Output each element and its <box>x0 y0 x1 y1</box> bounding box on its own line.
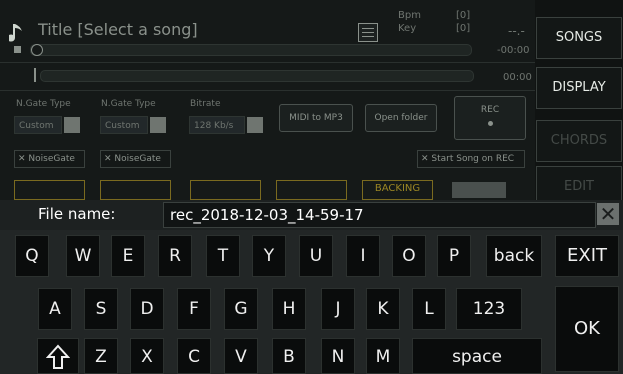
key-i[interactable]: I <box>346 235 380 277</box>
backspace-key[interactable]: back <box>486 235 542 277</box>
partial-button-2[interactable] <box>100 180 171 200</box>
key-j[interactable]: J <box>321 288 355 330</box>
bpm-label: Bpm <box>398 10 421 21</box>
key-r[interactable]: R <box>158 235 192 277</box>
stop-icon[interactable] <box>14 46 21 53</box>
divider <box>0 62 535 63</box>
chords-button[interactable]: CHORDS <box>536 120 622 162</box>
bpm-value: [0] <box>456 10 471 21</box>
position-marker <box>34 68 36 82</box>
secondary-progress-track[interactable] <box>40 70 474 82</box>
display-button[interactable]: DISPLAY <box>536 67 622 109</box>
song-progress-knob[interactable] <box>31 44 43 56</box>
record-dot-icon <box>487 121 493 126</box>
songs-button[interactable]: SONGS <box>536 17 622 59</box>
rec-label: REC <box>480 105 500 115</box>
key-k[interactable]: K <box>366 288 400 330</box>
noisegate-checkbox-2[interactable]: ✕ NoiseGate <box>100 150 171 168</box>
key-p[interactable]: P <box>437 235 471 277</box>
ngate-type-select[interactable]: Custom <box>14 116 62 134</box>
key-t[interactable]: T <box>206 235 240 277</box>
open-folder-button[interactable]: Open folder <box>365 104 437 132</box>
key-h[interactable]: H <box>272 288 306 330</box>
key-d[interactable]: D <box>130 288 164 330</box>
file-name-label: File name: <box>38 205 116 223</box>
chevron-down-icon[interactable] <box>247 117 263 133</box>
close-icon[interactable]: ✕ <box>597 203 619 225</box>
chevron-down-icon[interactable] <box>150 117 166 133</box>
playlist-icon[interactable] <box>358 23 378 42</box>
key-f[interactable]: F <box>177 288 211 330</box>
key-g[interactable]: G <box>224 288 258 330</box>
key-value: [0] <box>456 23 471 34</box>
key-label: Key <box>398 23 417 34</box>
music-note-icon <box>9 24 22 42</box>
ngate-type-label: N.Gate Type <box>16 99 71 109</box>
key-q[interactable]: Q <box>15 235 49 277</box>
key-z[interactable]: Z <box>84 338 118 374</box>
shift-key[interactable] <box>37 338 79 374</box>
partial-button-4[interactable] <box>276 180 347 200</box>
numbers-key[interactable]: 123 <box>456 288 522 330</box>
key-e[interactable]: E <box>111 235 145 277</box>
key-c[interactable]: C <box>177 338 211 374</box>
start-song-on-rec-checkbox[interactable]: ✕ Start Song on REC <box>417 150 525 168</box>
midi-to-mp3-button[interactable]: MIDI to MP3 <box>279 104 353 132</box>
song-progress-track[interactable] <box>30 44 472 56</box>
key-w[interactable]: W <box>66 235 100 277</box>
partial-button[interactable] <box>14 180 85 200</box>
exit-button[interactable]: EXIT <box>555 235 619 277</box>
key-s[interactable]: S <box>84 288 118 330</box>
file-name-input[interactable]: rec_2018-12-03_14-59-17 <box>163 202 596 228</box>
partial-button-3[interactable] <box>190 180 261 200</box>
bitrate-select[interactable]: 128 Kb/s <box>189 116 245 134</box>
screen: Title [Select a song] Bpm Key [0] [0] --… <box>0 0 623 374</box>
time-display: --.- <box>508 24 525 38</box>
divider <box>0 90 535 91</box>
space-key[interactable]: space <box>412 338 542 374</box>
key-y[interactable]: Y <box>252 235 286 277</box>
chevron-down-icon[interactable] <box>64 117 80 133</box>
key-v[interactable]: V <box>224 338 258 374</box>
key-m[interactable]: M <box>366 338 400 374</box>
backing-button[interactable]: BACKING <box>362 180 433 200</box>
key-a[interactable]: A <box>38 288 72 330</box>
key-l[interactable]: L <box>412 288 446 330</box>
partial-gray-button[interactable] <box>452 182 506 198</box>
time-total: -00:00 <box>497 45 530 56</box>
ngate-type-select-2[interactable]: Custom <box>100 116 148 134</box>
rec-button[interactable]: REC <box>454 96 526 140</box>
key-x[interactable]: X <box>130 338 164 374</box>
song-title[interactable]: Title [Select a song] <box>38 20 198 39</box>
key-b[interactable]: B <box>272 338 306 374</box>
key-n[interactable]: N <box>321 338 355 374</box>
shift-arrow-icon <box>45 344 71 369</box>
time-secondary: 00:00 <box>503 72 532 83</box>
ngate-type-label-2: N.Gate Type <box>101 99 156 109</box>
bitrate-label: Bitrate <box>190 99 221 109</box>
noisegate-checkbox[interactable]: ✕ NoiseGate <box>14 150 85 168</box>
key-o[interactable]: O <box>392 235 426 277</box>
key-u[interactable]: U <box>299 235 333 277</box>
ok-button[interactable]: OK <box>555 286 619 372</box>
